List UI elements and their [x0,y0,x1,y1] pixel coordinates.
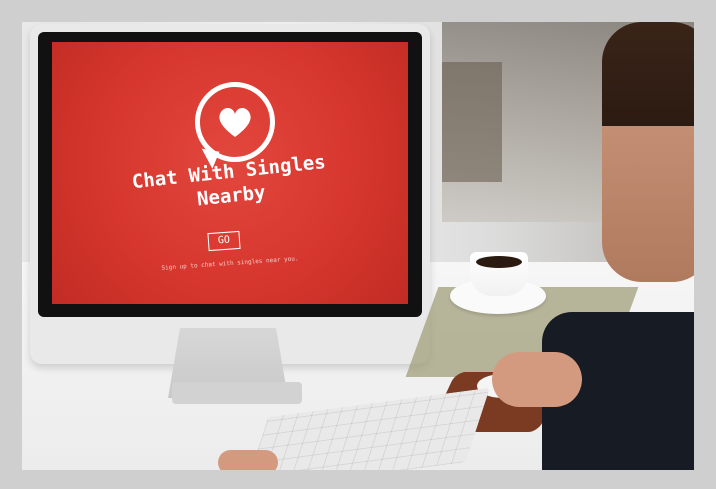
man-left-hand [218,450,278,470]
photo-frame: Chat With Singles Nearby GO Sign up to c… [0,0,716,489]
heart-icon [219,108,251,137]
signup-subtext: Sign up to chat with singles near you. [161,255,299,272]
man-head [602,22,694,282]
man-right-hand [492,352,582,407]
monitor-stand-foot [172,382,302,404]
photo: Chat With Singles Nearby GO Sign up to c… [22,22,694,470]
monitor-bezel: Chat With Singles Nearby GO Sign up to c… [38,32,422,317]
monitor: Chat With Singles Nearby GO Sign up to c… [30,24,430,364]
background-shelf [442,62,502,182]
go-button[interactable]: GO [207,230,241,252]
coffee [476,256,522,268]
monitor-screen: Chat With Singles Nearby GO Sign up to c… [52,42,408,304]
